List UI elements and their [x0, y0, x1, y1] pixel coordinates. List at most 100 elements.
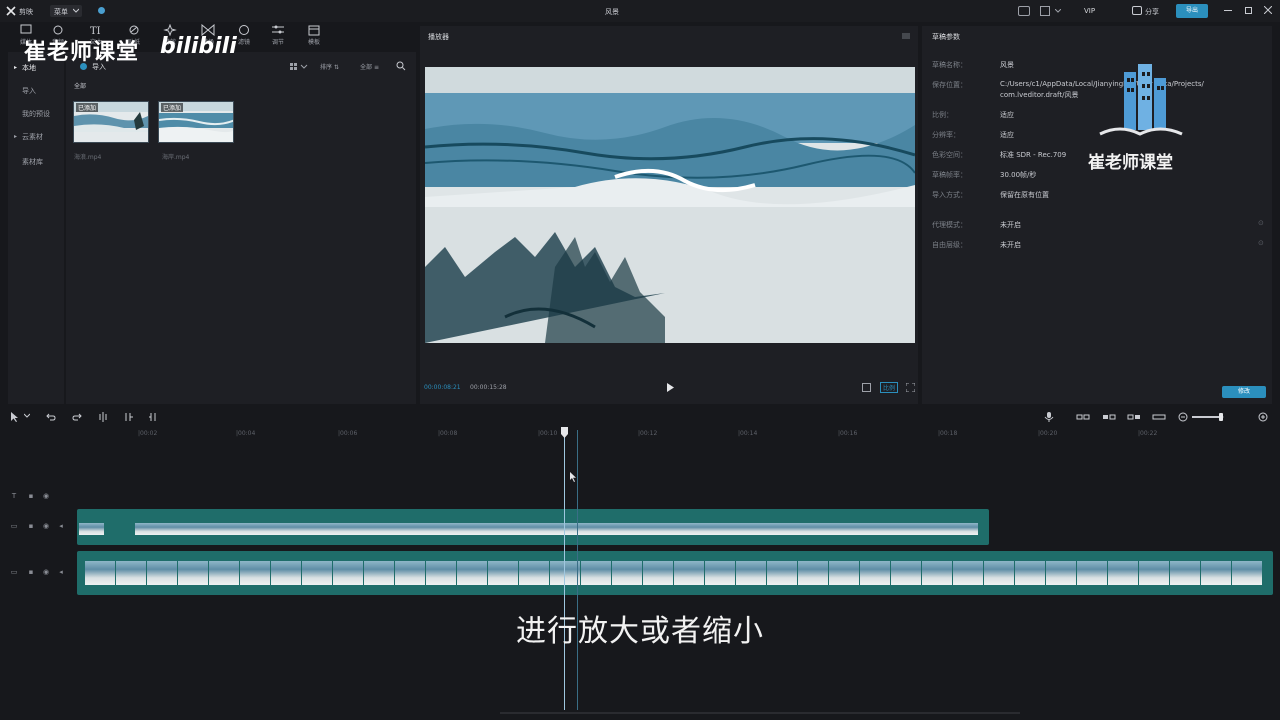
- fullscreen-fit-icon[interactable]: [862, 383, 871, 392]
- clip-frame-thumbnail: [240, 561, 271, 585]
- timeline-toolbar: [0, 406, 1280, 428]
- ruler-tick-label: |00:12: [638, 430, 658, 437]
- auto-snap-icon[interactable]: [1102, 412, 1116, 422]
- redo-icon[interactable]: [72, 412, 84, 422]
- preview-axis-icon[interactable]: [1152, 412, 1166, 422]
- adjust-icon: [271, 24, 285, 36]
- timeline-scrollbar[interactable]: [500, 712, 1020, 714]
- ruler-tick-label: |00:06: [338, 430, 358, 437]
- clip-frame-thumbnail: [488, 561, 519, 585]
- current-time: 00:00:08:21: [424, 384, 461, 391]
- nav-template[interactable]: 模板: [300, 22, 328, 50]
- zoom-out-icon[interactable]: [1178, 412, 1190, 422]
- param-value: 未开启: [1000, 241, 1021, 249]
- sidebar-item-label: 云素材: [22, 133, 43, 141]
- lock-icon[interactable]: ▪: [27, 522, 35, 530]
- total-time: 00:00:15:28: [470, 384, 507, 391]
- share-icon[interactable]: [1132, 6, 1142, 15]
- ruler-tick-label: |00:10: [538, 430, 558, 437]
- text-track-icon: T: [11, 492, 17, 500]
- overlay-video-clip[interactable]: [77, 509, 989, 545]
- sidebar-item-import[interactable]: 导入: [8, 82, 64, 100]
- speaker-icon[interactable]: ◂: [57, 568, 65, 576]
- menu-button[interactable]: 菜单: [50, 5, 82, 17]
- modify-button[interactable]: 修改: [1222, 386, 1266, 398]
- clip-frame-thumbnail: [1139, 561, 1170, 585]
- expand-icon[interactable]: [906, 383, 915, 392]
- playhead-line[interactable]: [564, 430, 565, 710]
- export-button[interactable]: 导出: [1176, 4, 1208, 18]
- chevron-down-icon[interactable]: [1055, 9, 1061, 14]
- minimize-icon[interactable]: [1224, 10, 1232, 11]
- bilibili-logo: bilibili: [160, 34, 237, 59]
- media-panel: 导入 排序 ⇅ 全部 ≡ 全部 已添加 海浪.mp4 已添加 海岸.mp4: [66, 52, 416, 404]
- link-main-track-icon[interactable]: [1076, 412, 1090, 422]
- sidebar-item-label: 导入: [22, 87, 36, 95]
- player-title: 播放器: [428, 33, 449, 41]
- eye-icon[interactable]: ◉: [42, 568, 50, 576]
- split-left-icon[interactable]: [124, 412, 136, 422]
- ruler-tick-label: |00:14: [738, 430, 758, 437]
- clip-frame-thumbnail: [705, 561, 736, 585]
- cover-icon[interactable]: ▭: [10, 568, 18, 576]
- split-icon[interactable]: [98, 412, 110, 422]
- share-label[interactable]: 分享: [1145, 7, 1159, 17]
- template-icon: [307, 24, 321, 36]
- bullet-icon: ▸: [14, 64, 18, 71]
- shortcut-icon[interactable]: [1018, 6, 1030, 16]
- speaker-icon[interactable]: ◂: [57, 522, 65, 530]
- clip-frame-thumbnail: [1170, 561, 1201, 585]
- search-icon[interactable]: [396, 61, 406, 71]
- sort-button[interactable]: 排序 ⇅: [320, 62, 339, 71]
- layout-icon[interactable]: [1040, 6, 1050, 16]
- time-ruler[interactable]: |00:02 |00:04 |00:06 |00:08 |00:10 |00:1…: [76, 430, 1276, 442]
- sidebar-item-library[interactable]: 素材库: [8, 153, 64, 171]
- media-filename: 海岸.mp4: [162, 154, 190, 161]
- param-key: 色彩空间：: [932, 151, 967, 159]
- maximize-icon[interactable]: [1245, 7, 1252, 14]
- clip-frame-thumbnail: [798, 561, 829, 585]
- view-toggle[interactable]: [288, 61, 310, 72]
- more-icon[interactable]: [902, 32, 910, 40]
- zoom-slider-handle[interactable]: [1219, 413, 1223, 421]
- split-right-icon[interactable]: [148, 412, 160, 422]
- nav-label: 模板: [307, 39, 320, 46]
- playhead-handle[interactable]: [560, 427, 569, 438]
- undo-icon[interactable]: [46, 412, 58, 422]
- zoom-in-icon[interactable]: [1258, 412, 1270, 422]
- filter-button[interactable]: 全部 ≡: [360, 62, 379, 71]
- ratio-button[interactable]: 比例: [880, 382, 899, 393]
- clip-frame-thumbnail: [643, 561, 674, 585]
- media-thumbnail[interactable]: 已添加: [73, 101, 149, 143]
- zoom-slider-fill: [1192, 416, 1220, 418]
- jianying-logo-icon: [6, 6, 16, 16]
- eye-icon[interactable]: ◉: [42, 522, 50, 530]
- chevron-down-icon[interactable]: [24, 412, 36, 422]
- linkage-icon[interactable]: [1127, 412, 1140, 422]
- title-bar: 剪映 菜单 风景 VIP 分享 导出: [0, 0, 1280, 22]
- vip-button[interactable]: VIP: [1084, 7, 1095, 15]
- lock-icon[interactable]: ▪: [27, 492, 35, 500]
- video-preview[interactable]: [425, 67, 915, 343]
- info-icon[interactable]: ⊙: [1258, 219, 1264, 227]
- param-key: 草稿名称：: [932, 61, 967, 69]
- sidebar-item-cloud[interactable]: ▸ 云素材: [8, 128, 64, 146]
- media-thumbnail[interactable]: 已添加: [158, 101, 234, 143]
- clip-frame-thumbnail: [829, 561, 860, 585]
- microphone-icon[interactable]: [1044, 412, 1056, 422]
- sidebar-item-presets[interactable]: 我的预设: [8, 105, 64, 123]
- zoom-slider[interactable]: [1192, 413, 1224, 421]
- play-icon[interactable]: [666, 383, 674, 392]
- info-icon[interactable]: ⊙: [1258, 239, 1264, 247]
- clip-frame-thumbnail: [271, 561, 302, 585]
- select-cursor-icon[interactable]: [10, 412, 22, 422]
- clip-filmstrip: [135, 523, 979, 535]
- lock-icon[interactable]: ▪: [27, 568, 35, 576]
- clip-frame-thumbnail: [860, 561, 891, 585]
- main-video-clip[interactable]: [77, 551, 1273, 595]
- close-icon[interactable]: [1264, 6, 1272, 14]
- export-label: 导出: [1185, 7, 1198, 14]
- nav-adjust[interactable]: 调节: [264, 22, 292, 50]
- eye-icon[interactable]: ◉: [42, 492, 50, 500]
- clip-frame-thumbnail: [1077, 561, 1108, 585]
